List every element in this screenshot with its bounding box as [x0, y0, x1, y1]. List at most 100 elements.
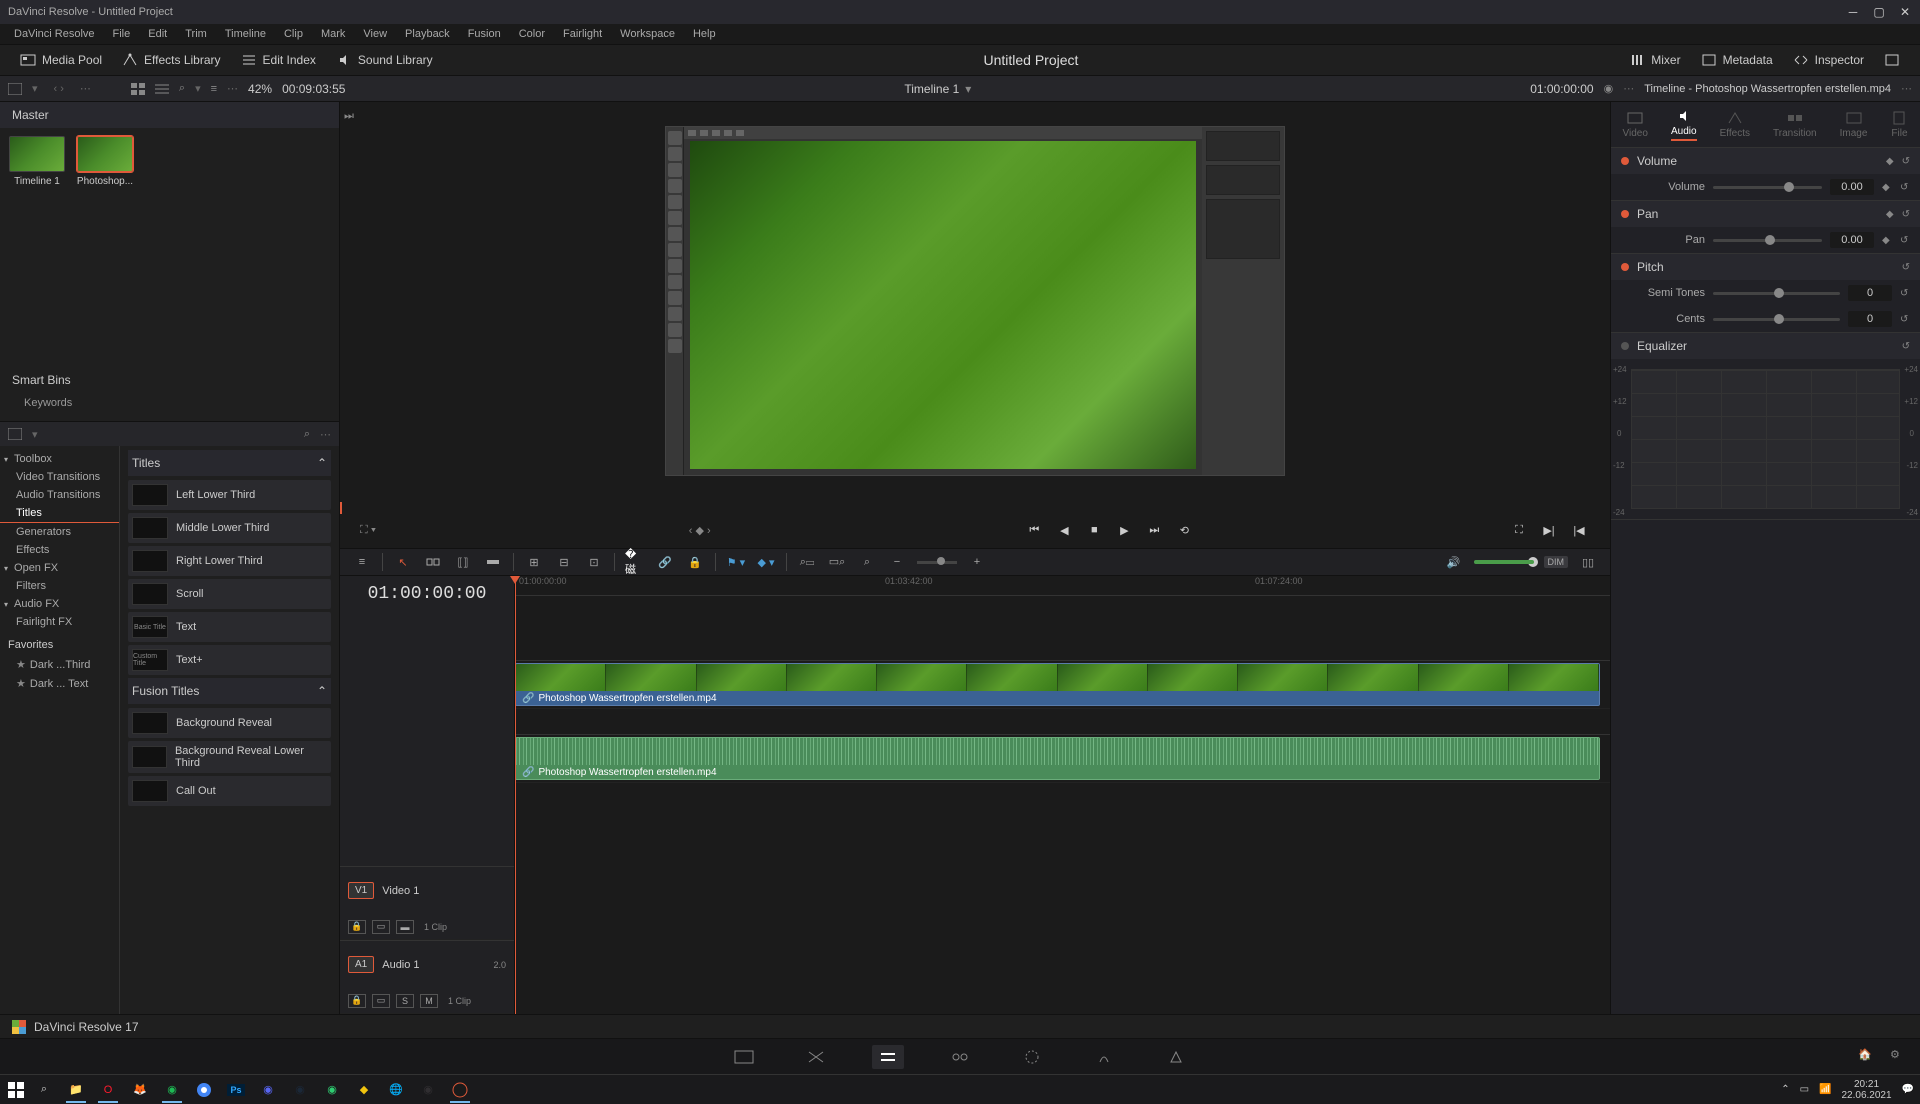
track-auto-icon[interactable]: ▭: [372, 994, 390, 1008]
fx-tree-audio-transitions[interactable]: Audio Transitions: [0, 486, 119, 504]
smart-bin-item[interactable]: Keywords: [12, 393, 327, 413]
list-view-icon[interactable]: [155, 83, 169, 95]
cut-page[interactable]: [800, 1045, 832, 1069]
notifications-icon[interactable]: 💬: [1902, 1084, 1914, 1095]
fx-tree-toolbox[interactable]: Toolbox: [0, 450, 119, 468]
taskbar-app[interactable]: ◉: [158, 1077, 186, 1103]
fx-tree-openfx[interactable]: Open FX: [0, 559, 119, 577]
menu-playback[interactable]: Playback: [397, 26, 458, 42]
title-preset[interactable]: Call Out: [128, 776, 331, 806]
titles-category-header[interactable]: Titles⌃: [128, 450, 331, 476]
mixer-toggle[interactable]: Mixer: [1621, 49, 1688, 71]
inspector-tab-file[interactable]: File: [1882, 106, 1916, 143]
reset-icon[interactable]: ↺: [1902, 262, 1910, 273]
media-pool-toggle[interactable]: Media Pool: [12, 49, 110, 71]
media-pool-root[interactable]: Master: [0, 102, 339, 128]
menu-help[interactable]: Help: [685, 26, 724, 42]
taskbar-firefox[interactable]: 🦊: [126, 1077, 154, 1103]
title-preset[interactable]: Scroll: [128, 579, 331, 609]
zoom-out-button[interactable]: −: [887, 553, 907, 571]
fx-tree-generators[interactable]: Generators: [0, 523, 119, 541]
fx-tree-filters[interactable]: Filters: [0, 577, 119, 595]
fx-tree-audiofx[interactable]: Audio FX: [0, 595, 119, 613]
blade-tool[interactable]: [483, 553, 503, 571]
timeline-ruler[interactable]: 01:00:00:00 01:03:42:00 01:07:24:00: [515, 576, 1610, 596]
semitones-slider[interactable]: [1713, 292, 1840, 295]
title-preset[interactable]: Background Reveal: [128, 708, 331, 738]
keyframe-icon[interactable]: ◆: [1886, 156, 1894, 167]
taskbar-steam[interactable]: ◉: [286, 1077, 314, 1103]
track-disable-icon[interactable]: ▬: [396, 920, 414, 934]
keyframe-icon[interactable]: ◆: [1886, 209, 1894, 220]
project-settings-button[interactable]: ⚙: [1890, 1048, 1908, 1066]
taskbar-photoshop[interactable]: Ps: [222, 1077, 250, 1103]
bin-view-icon[interactable]: [8, 83, 22, 95]
track-lock-icon[interactable]: 🔒: [348, 994, 366, 1008]
search-icon[interactable]: ⌕: [179, 82, 185, 95]
menu-davinci[interactable]: DaVinci Resolve: [6, 26, 103, 42]
viewer-scrubber[interactable]: [340, 500, 1610, 516]
dynamic-trim-tool[interactable]: ⟦⟧: [453, 553, 473, 571]
title-preset[interactable]: Right Lower Third: [128, 546, 331, 576]
inspector-tab-audio[interactable]: Audio: [1663, 104, 1705, 145]
fx-tree-effects[interactable]: Effects: [0, 541, 119, 559]
menu-fairlight[interactable]: Fairlight: [555, 26, 610, 42]
clip-thumbnail[interactable]: Photoshop...: [76, 136, 134, 187]
tray-wifi-icon[interactable]: 📶: [1819, 1084, 1831, 1095]
enable-dot[interactable]: [1621, 342, 1629, 350]
detail-zoom[interactable]: ⌕: [857, 553, 877, 571]
bypass-icon[interactable]: ◉: [1604, 82, 1614, 95]
edit-page[interactable]: [872, 1045, 904, 1069]
semitones-value[interactable]: 0: [1848, 285, 1892, 301]
menu-timeline[interactable]: Timeline: [217, 26, 274, 42]
media-page[interactable]: [728, 1045, 760, 1069]
home-button[interactable]: 🏠: [1858, 1048, 1876, 1066]
insert-clip[interactable]: ⊞: [524, 553, 544, 571]
overwrite-clip[interactable]: ⊟: [554, 553, 574, 571]
maximize-button[interactable]: ▢: [1872, 5, 1886, 19]
menu-view[interactable]: View: [355, 26, 395, 42]
zoom-to-fit[interactable]: ▭⌕: [827, 553, 847, 571]
inspector-toggle[interactable]: Inspector: [1785, 49, 1872, 71]
link-toggle[interactable]: 🔗: [655, 553, 675, 571]
audio-track-header[interactable]: A1 Audio 1 2.0: [340, 940, 514, 988]
taskbar-obs[interactable]: ◉: [414, 1077, 442, 1103]
fx-tree-video-transitions[interactable]: Video Transitions: [0, 468, 119, 486]
enable-dot[interactable]: [1621, 157, 1629, 165]
go-to-end-icon[interactable]: ⏭: [344, 110, 354, 123]
lock-toggle[interactable]: 🔒: [685, 553, 705, 571]
clip-thumbnail[interactable]: Timeline 1: [8, 136, 66, 187]
color-page[interactable]: [1016, 1045, 1048, 1069]
stop-button[interactable]: ■: [1083, 521, 1105, 539]
volume-slider[interactable]: [1713, 186, 1822, 189]
playhead[interactable]: [515, 576, 516, 1014]
equalizer-graph[interactable]: +24 +24 +12 +12 0 0 -12 -12 -24 -24: [1611, 359, 1920, 519]
menu-edit[interactable]: Edit: [140, 26, 175, 42]
trim-tool[interactable]: [423, 553, 443, 571]
menu-trim[interactable]: Trim: [177, 26, 215, 42]
favorite-item[interactable]: ★Dark ... Text: [0, 674, 119, 693]
tray-battery-icon[interactable]: ▭: [1800, 1084, 1809, 1095]
jump-end-button[interactable]: ⏭: [1143, 521, 1165, 539]
marker-button[interactable]: ◆ ▾: [756, 553, 776, 571]
volume-value[interactable]: 0.00: [1830, 179, 1874, 195]
prev-edit-button[interactable]: |◀: [1568, 521, 1590, 539]
close-button[interactable]: ✕: [1898, 5, 1912, 19]
inspector-tab-image[interactable]: Image: [1832, 106, 1876, 143]
snap-toggle[interactable]: �磁: [625, 553, 645, 571]
reset-icon[interactable]: ↺: [1902, 341, 1910, 352]
title-preset[interactable]: Custom TitleText+: [128, 645, 331, 675]
minimize-button[interactable]: ─: [1846, 5, 1860, 19]
track-lock-icon[interactable]: 🔒: [348, 920, 366, 934]
menu-clip[interactable]: Clip: [276, 26, 311, 42]
timeline-selector[interactable]: Timeline 1▾: [904, 82, 971, 96]
taskbar-app[interactable]: ◆: [350, 1077, 378, 1103]
sort-icon[interactable]: ≡: [211, 83, 217, 95]
fusion-titles-category-header[interactable]: Fusion Titles⌃: [128, 678, 331, 704]
flag-button[interactable]: ⚑ ▾: [726, 553, 746, 571]
timeline-view-options[interactable]: ≡: [352, 553, 372, 571]
dim-button[interactable]: DIM: [1544, 556, 1569, 568]
reset-icon[interactable]: ↺: [1900, 182, 1910, 193]
effects-library-toggle[interactable]: Effects Library: [114, 49, 228, 71]
cents-value[interactable]: 0: [1848, 311, 1892, 327]
